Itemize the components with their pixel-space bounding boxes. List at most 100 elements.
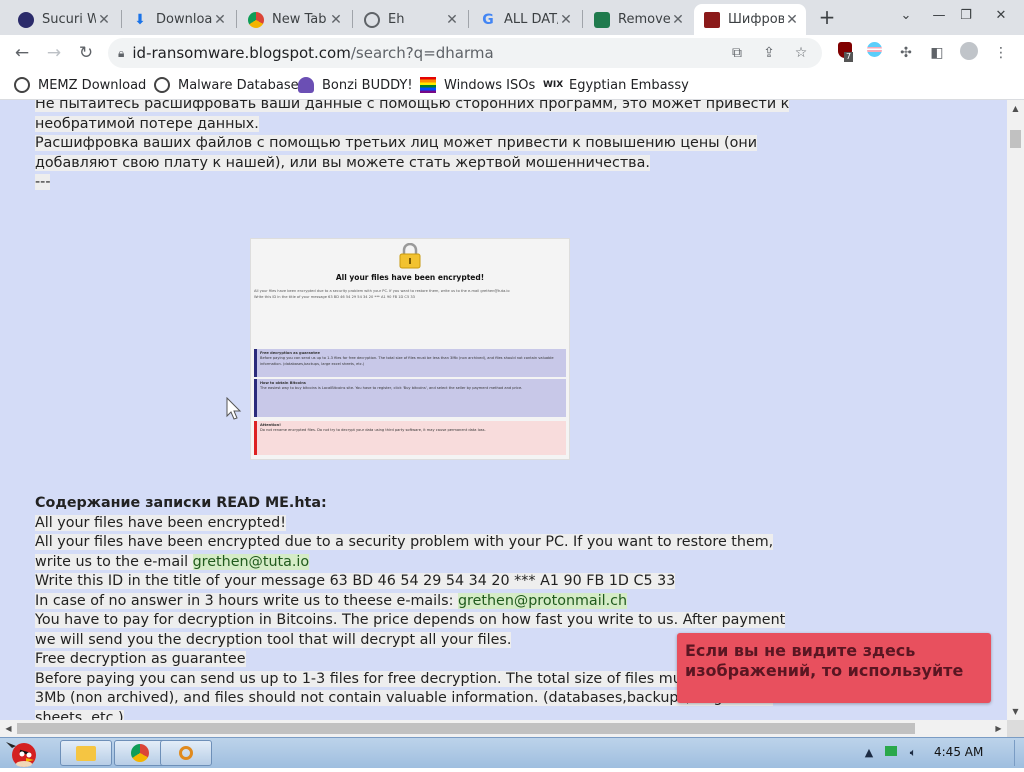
back-arrow-icon[interactable]: ←: [8, 39, 36, 67]
bonzi-icon: [298, 77, 314, 93]
tab-sucuri[interactable]: Sucuri W ✕: [8, 4, 118, 35]
bookmark-malware-database[interactable]: Malware Database: [154, 75, 299, 95]
tab-eh[interactable]: Eh ✕: [354, 4, 466, 35]
scroll-right-arrow-icon[interactable]: ▶: [990, 720, 1007, 737]
tab-title: Шифров: [728, 12, 784, 27]
popup-text: изображений, то используйте: [685, 661, 964, 680]
close-icon[interactable]: ✕: [444, 12, 460, 28]
translate-icon[interactable]: ⧉: [724, 38, 750, 68]
taskbar-chrome[interactable]: [114, 740, 166, 766]
bookmark-bonzi[interactable]: Bonzi BUDDY!: [298, 75, 413, 95]
google-icon: G: [482, 11, 494, 28]
note-box-attention: Attention! Do not rename encrypted files…: [254, 421, 566, 455]
scroll-left-arrow-icon[interactable]: ◀: [0, 720, 17, 737]
close-icon[interactable]: ✕: [670, 12, 686, 28]
close-icon[interactable]: ✕: [96, 12, 112, 28]
side-panel-icon[interactable]: ◧: [926, 42, 948, 64]
menu-kebab-icon[interactable]: ⋮: [990, 42, 1012, 64]
tab-title: Remove: [618, 12, 670, 27]
taskbar-search-tool[interactable]: [160, 740, 212, 766]
separator-text: ---: [35, 174, 51, 190]
start-button[interactable]: [2, 738, 48, 768]
image-notice-popup[interactable]: Если вы не видите здесь изображений, то …: [677, 633, 991, 703]
action-center-icon[interactable]: [884, 746, 898, 760]
tab-divider: [582, 10, 583, 28]
profile-avatar-icon[interactable]: [958, 42, 980, 64]
sucuri-icon: [18, 11, 34, 28]
tab-title: New Tab: [272, 12, 327, 27]
bookmark-star-icon[interactable]: ☆: [788, 38, 814, 68]
volume-icon[interactable]: 🔈︎: [906, 746, 920, 760]
vertical-scroll-thumb[interactable]: [1010, 130, 1021, 148]
article-text: In case of no answer in 3 hours write us…: [35, 592, 458, 609]
note-box-text: Do not rename encrypted files. Do not tr…: [260, 428, 486, 433]
ransom-note-image[interactable]: All your files have been encrypted! All …: [250, 238, 570, 460]
browser-toolbar: ← → ↻ 🔒︎ id-ransomware.blogspot.com/sear…: [0, 35, 1024, 70]
taskbar: ▲ 🔈︎ 4:45 AM: [0, 737, 1024, 768]
note-id-line: Write this ID in the title of your messa…: [254, 295, 415, 299]
article-text: we will send you the decryption tool tha…: [35, 631, 512, 648]
bookmark-egyptian-embassy[interactable]: WIX Egyptian Embassy: [543, 75, 689, 95]
bookmark-windows-isos[interactable]: Windows ISOs: [420, 75, 535, 95]
extension-ublock-icon[interactable]: 7: [834, 42, 856, 64]
share-icon[interactable]: ⇪: [756, 38, 782, 68]
article-text: Не пытайтесь расшифровать ваши данные с …: [35, 100, 790, 112]
note-box-bitcoins: How to obtain Bitcoins The easiest way t…: [254, 379, 566, 417]
show-hidden-icons[interactable]: ▲: [862, 746, 876, 760]
show-desktop-button[interactable]: [1014, 740, 1023, 766]
taskbar-explorer[interactable]: [60, 740, 112, 766]
tab-strip: Sucuri W ✕ ⬇ Downloa ✕ New Tab ✕ Eh ✕ G …: [0, 0, 1024, 35]
extension-flag-icon[interactable]: [863, 42, 885, 64]
url-path: /search?q=dharma: [350, 44, 494, 62]
globe-icon: [364, 11, 380, 28]
reload-icon[interactable]: ↻: [72, 39, 100, 67]
url-host: id-ransomware.blogspot.com: [132, 44, 351, 62]
minimize-icon[interactable]: —: [926, 4, 952, 28]
note-box-text: The easiest way to buy bitcoins is Local…: [260, 386, 523, 391]
tab-remove[interactable]: Remove ✕: [584, 4, 692, 35]
popup-text: Если вы не видите здесь: [685, 641, 916, 660]
bookmarks-bar: MEMZ Download Malware Database Bonzi BUD…: [0, 70, 1024, 100]
restore-icon[interactable]: ❐: [953, 4, 979, 28]
download-icon: ⬇: [134, 11, 146, 28]
close-icon[interactable]: ✕: [212, 12, 228, 28]
tab-active-ransomware[interactable]: Шифров ✕: [694, 4, 806, 35]
forward-arrow-icon[interactable]: →: [40, 39, 68, 67]
article-text: Write this ID in the title of your messa…: [35, 573, 676, 589]
chrome-icon: [131, 744, 149, 762]
globe-icon: [14, 77, 30, 93]
scroll-down-arrow-icon[interactable]: ▼: [1007, 703, 1024, 720]
tab-search-icon[interactable]: ⌄: [893, 4, 919, 28]
email-grethen-protonmail: grethen@protonmail.ch: [457, 592, 628, 609]
address-bar[interactable]: 🔒︎ id-ransomware.blogspot.com/search?q=d…: [108, 38, 822, 68]
extension-badge: 7: [844, 52, 854, 62]
tab-new-tab[interactable]: New Tab ✕: [238, 4, 350, 35]
page-content: Не пытайтесь расшифровать ваши данные с …: [0, 100, 1007, 720]
new-tab-button[interactable]: +: [815, 6, 839, 30]
extensions-puzzle-icon[interactable]: ✣: [895, 42, 917, 64]
article-text: write us to the e-mail: [35, 553, 193, 570]
wix-icon: WIX: [543, 80, 564, 90]
tab-all-data[interactable]: G ALL DAT/ ✕: [470, 4, 580, 35]
bookmark-memz[interactable]: MEMZ Download: [14, 75, 146, 95]
chrome-icon: [248, 11, 264, 28]
shield-icon: [594, 11, 610, 28]
close-icon[interactable]: ✕: [328, 12, 344, 28]
article-text: необратимой потере данных.: [35, 115, 259, 132]
taskbar-clock[interactable]: 4:45 AM: [934, 745, 983, 759]
scroll-up-arrow-icon[interactable]: ▲: [1007, 100, 1024, 117]
horizontal-scroll-thumb[interactable]: [17, 723, 915, 734]
magnifier-icon: [179, 746, 193, 760]
bookmark-label: Malware Database: [178, 77, 299, 93]
tab-title: Eh: [388, 12, 405, 27]
article-russian-warning: Не пытайтесь расшифровать ваши данные с …: [35, 100, 795, 193]
vertical-scrollbar[interactable]: ▲ ▼: [1007, 100, 1024, 720]
horizontal-scrollbar[interactable]: ◀ ▶: [0, 720, 1007, 737]
close-icon[interactable]: ✕: [784, 12, 800, 28]
window-close-icon[interactable]: ✕: [988, 4, 1014, 28]
close-icon[interactable]: ✕: [558, 12, 574, 28]
folder-icon: [76, 745, 96, 761]
tab-downloads[interactable]: ⬇ Downloa ✕: [122, 4, 234, 35]
article-text: Free decryption as guarantee: [35, 651, 246, 667]
article-text: You have to pay for decryption in Bitcoi…: [35, 612, 786, 628]
